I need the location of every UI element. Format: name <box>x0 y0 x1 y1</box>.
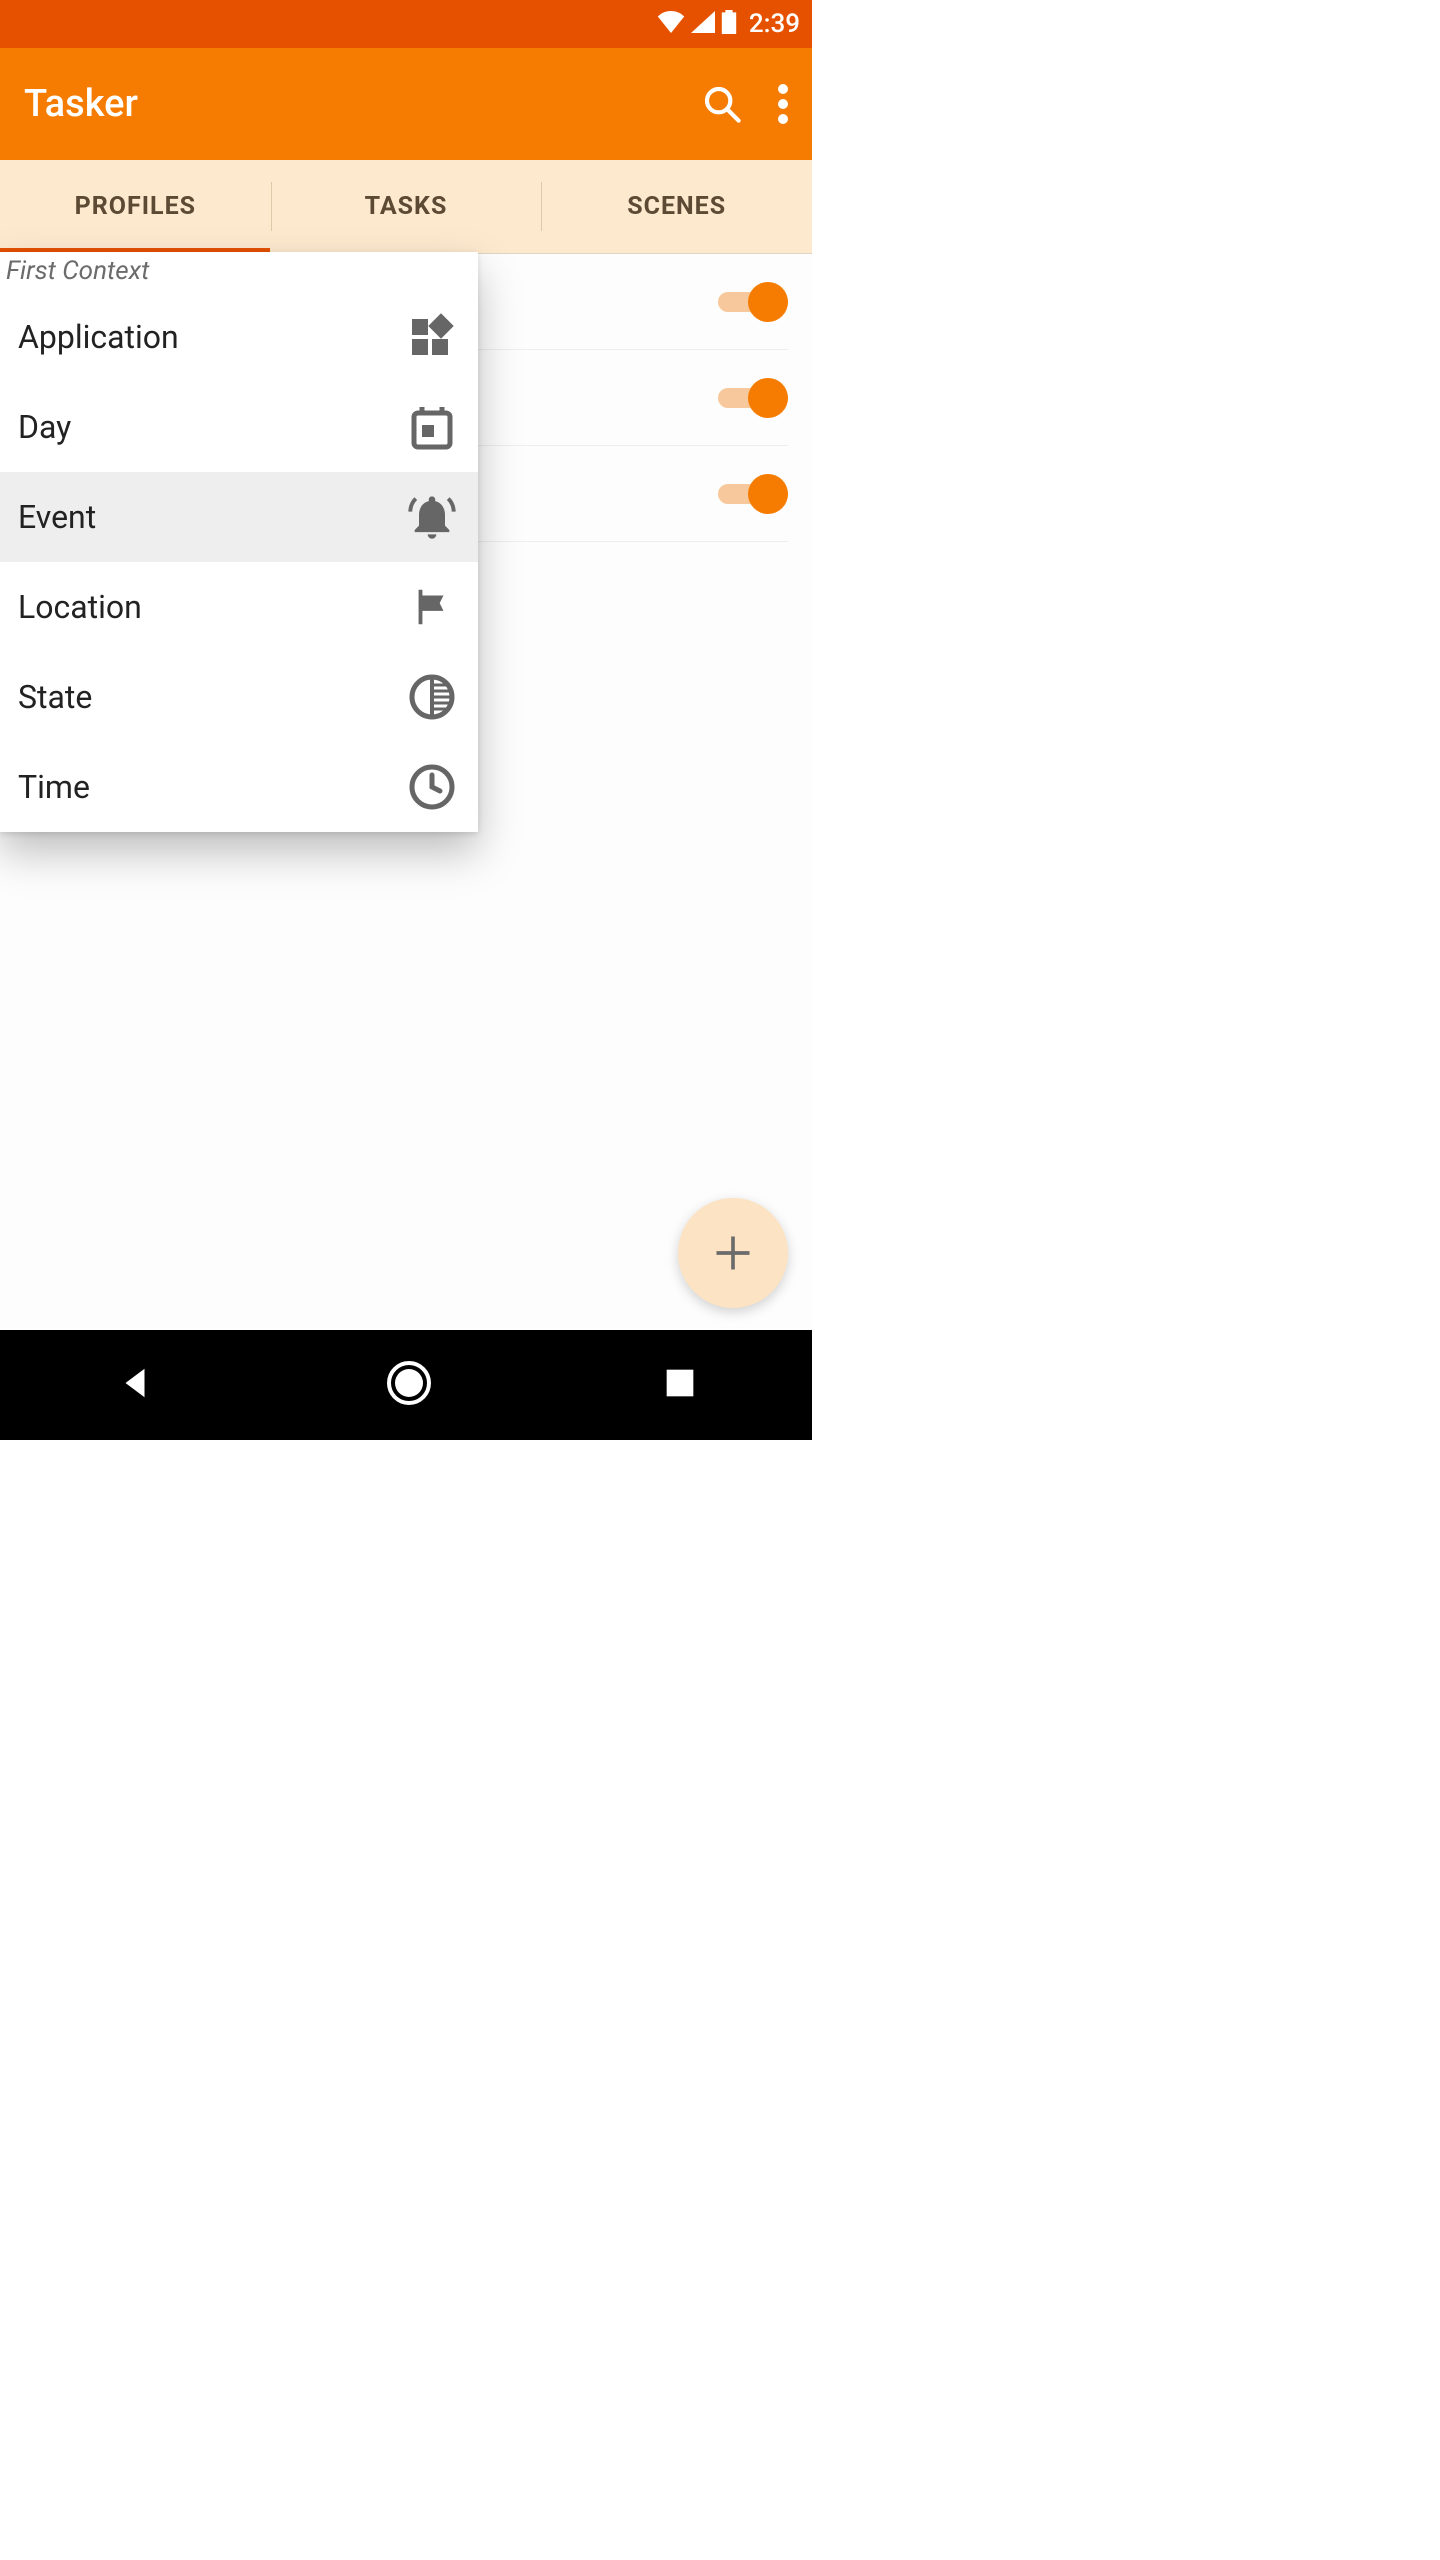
tab-bar: PROFILES TASKS SCENES <box>0 160 812 254</box>
context-menu-header: First Context <box>0 252 478 292</box>
recent-icon <box>664 1367 696 1399</box>
tab-label: SCENES <box>627 192 726 221</box>
add-fab[interactable] <box>678 1198 788 1308</box>
tab-profiles[interactable]: PROFILES <box>0 160 271 253</box>
tab-scenes[interactable]: SCENES <box>541 160 812 253</box>
context-item-application[interactable]: Application <box>0 292 478 382</box>
context-item-label: Time <box>18 768 404 806</box>
app-bar: Tasker <box>0 48 812 160</box>
search-icon <box>702 84 742 124</box>
context-item-location[interactable]: Location <box>0 562 478 652</box>
home-icon <box>385 1359 433 1407</box>
context-item-label: State <box>18 678 404 716</box>
plus-icon <box>711 1231 755 1275</box>
profile-toggle[interactable] <box>718 282 788 322</box>
context-item-label: Application <box>18 318 404 356</box>
more-vert-icon <box>778 84 788 124</box>
profile-toggle[interactable] <box>718 378 788 418</box>
context-item-label: Day <box>18 408 404 446</box>
back-icon <box>116 1364 154 1402</box>
context-item-event[interactable]: Event <box>0 472 478 562</box>
context-item-label: Event <box>18 498 404 536</box>
overflow-menu-button[interactable] <box>778 84 788 124</box>
nav-home-button[interactable] <box>385 1359 433 1411</box>
status-time: 2:39 <box>749 9 800 39</box>
tab-tasks[interactable]: TASKS <box>271 160 542 253</box>
app-actions <box>702 84 788 124</box>
nav-bar <box>0 1330 812 1440</box>
tonality-icon <box>404 673 460 721</box>
status-bar: 2:39 <box>0 0 812 48</box>
context-item-time[interactable]: Time <box>0 742 478 832</box>
tab-label: PROFILES <box>75 192 196 221</box>
bell-icon <box>404 491 460 543</box>
battery-icon <box>721 10 737 38</box>
flag-icon <box>404 584 460 630</box>
search-button[interactable] <box>702 84 742 124</box>
calendar-icon <box>404 403 460 451</box>
widgets-icon <box>404 313 460 361</box>
status-icons <box>657 10 737 38</box>
nav-back-button[interactable] <box>116 1364 154 1406</box>
clock-icon <box>404 763 460 811</box>
context-menu: First Context Application Day Event Loca… <box>0 252 478 832</box>
context-item-label: Location <box>18 588 404 626</box>
app-title: Tasker <box>24 82 702 126</box>
profile-toggle[interactable] <box>718 474 788 514</box>
signal-icon <box>691 11 715 37</box>
tab-label: TASKS <box>365 192 448 221</box>
nav-recent-button[interactable] <box>664 1367 696 1403</box>
context-item-state[interactable]: State <box>0 652 478 742</box>
wifi-icon <box>657 11 685 37</box>
context-item-day[interactable]: Day <box>0 382 478 472</box>
